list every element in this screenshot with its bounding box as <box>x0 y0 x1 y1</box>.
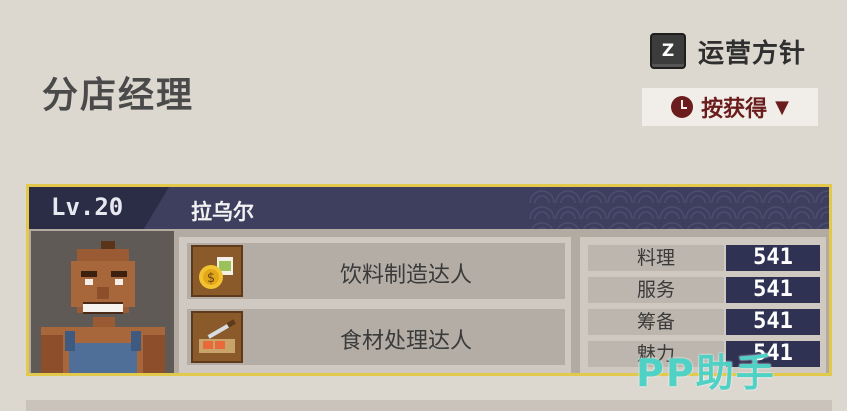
sort-label: 按获得 <box>701 97 768 122</box>
stat-row: 筹备 541 <box>588 309 820 335</box>
clock-icon <box>671 96 694 118</box>
skill-label: 食材处理达人 <box>339 329 472 354</box>
skill-label: 饮料制造达人 <box>339 263 472 288</box>
watermark: PP助手 <box>636 351 776 395</box>
stat-value: 541 <box>726 309 820 335</box>
skill-row[interactable]: 食材处理达人 <box>187 309 565 365</box>
chevron-down-icon: ▼ <box>775 96 789 118</box>
manager-portrait <box>31 231 174 373</box>
stat-label: 筹备 <box>588 309 724 335</box>
knife-board-icon <box>191 311 243 363</box>
pixel-face-icon <box>31 231 174 373</box>
card-header: Lv.20 拉乌尔 <box>29 187 829 229</box>
skills-panel: $ 饮料制造达人 食材处理达人 <box>179 237 571 373</box>
stat-row: 料理 541 <box>588 245 820 271</box>
operation-policy-label: 运营方针 <box>698 38 807 69</box>
skill-row[interactable]: $ 饮料制造达人 <box>187 243 565 299</box>
stat-value: 541 <box>726 277 820 303</box>
manager-name: 拉乌尔 <box>191 200 254 224</box>
sort-dropdown[interactable]: 按获得 ▼ <box>642 88 818 126</box>
stat-label: 料理 <box>588 245 724 271</box>
z-key-icon: Z <box>650 33 686 69</box>
stat-row: 服务 541 <box>588 277 820 303</box>
stat-value: 541 <box>726 245 820 271</box>
operation-policy-button[interactable]: Z 运营方针 <box>650 33 806 69</box>
next-card-edge <box>26 400 832 411</box>
stat-label: 服务 <box>588 277 724 303</box>
level-text: Lv.20 <box>51 193 124 221</box>
svg-text:$: $ <box>207 271 215 286</box>
page-title: 分店经理 <box>42 75 195 116</box>
wave-pattern <box>529 187 829 229</box>
drink-coin-icon: $ <box>191 245 243 297</box>
